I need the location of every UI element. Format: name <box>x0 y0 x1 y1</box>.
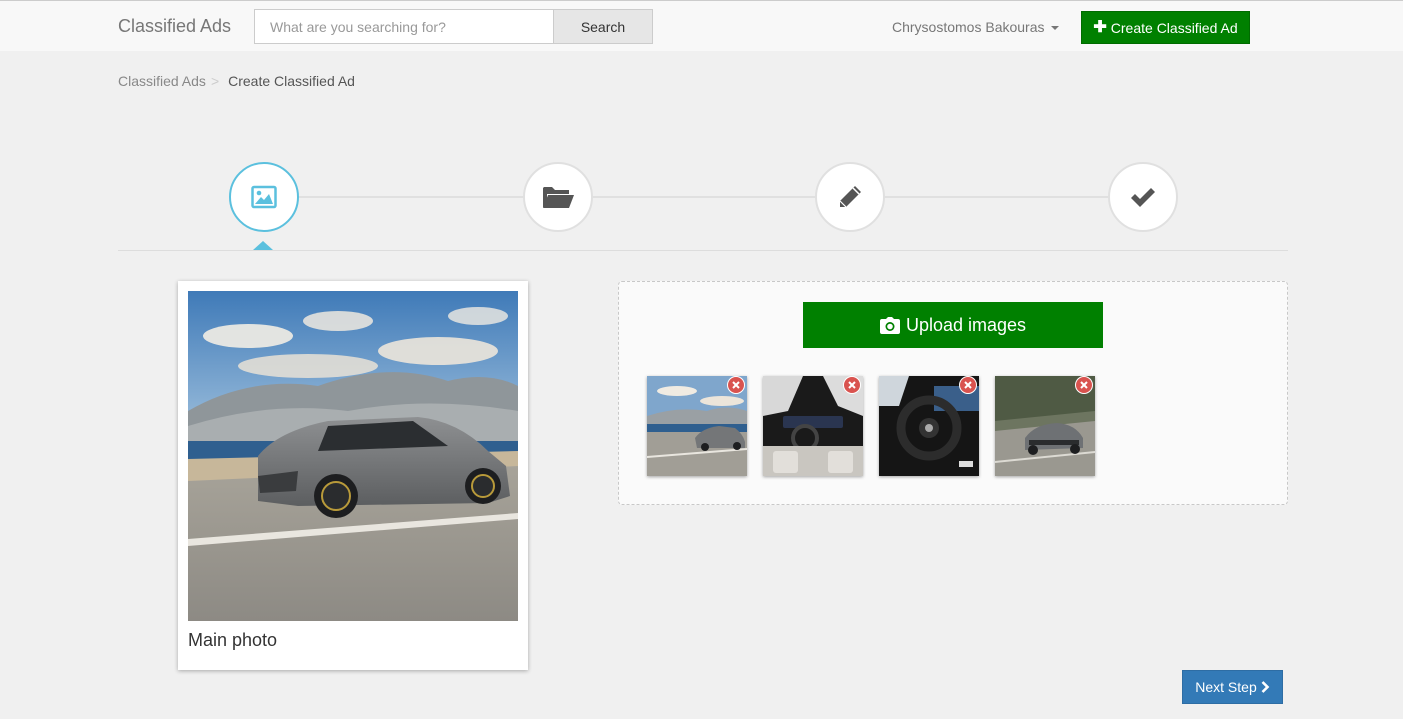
upload-button-label: Upload images <box>905 314 1027 335</box>
plus-icon: ✚ <box>1093 18 1107 36</box>
next-step-button[interactable]: Next Step <box>1182 670 1283 704</box>
remove-image-button[interactable] <box>843 376 861 394</box>
image-icon <box>251 185 277 209</box>
step-category[interactable] <box>523 162 593 232</box>
close-icon <box>1080 381 1088 389</box>
camera-icon <box>879 316 900 334</box>
breadcrumb-separator: > <box>210 73 220 89</box>
checkmark-icon <box>1131 188 1155 207</box>
steps-connector-line <box>263 196 1143 198</box>
upload-images-button[interactable]: Upload images <box>803 302 1103 348</box>
breadcrumb-current: Create Classified Ad <box>228 73 355 89</box>
search-button[interactable]: Search <box>553 9 653 44</box>
search-input[interactable] <box>254 9 554 44</box>
main-photo-card: Main photo <box>178 281 528 670</box>
create-button-label: Create Classified Ad <box>1110 19 1238 36</box>
remove-image-button[interactable] <box>727 376 745 394</box>
close-icon <box>848 381 856 389</box>
step-details[interactable] <box>815 162 885 232</box>
next-step-label: Next Step <box>1195 679 1257 695</box>
create-classified-ad-button[interactable]: ✚ Create Classified Ad <box>1081 11 1250 44</box>
pencil-icon <box>839 186 861 208</box>
steps-divider <box>118 250 1288 251</box>
main-photo-label: Main photo <box>188 630 278 650</box>
breadcrumb: Classified Ads > Create Classified Ad <box>118 73 355 89</box>
step-photos[interactable] <box>229 162 299 232</box>
main-photo-image <box>188 291 518 621</box>
brand-link[interactable]: Classified Ads <box>118 16 231 37</box>
close-icon <box>964 381 972 389</box>
chevron-right-icon <box>1261 681 1270 693</box>
remove-image-button[interactable] <box>959 376 977 394</box>
breadcrumb-link-home[interactable]: Classified Ads <box>118 73 206 89</box>
step-confirm[interactable] <box>1108 162 1178 232</box>
close-icon <box>732 381 740 389</box>
remove-image-button[interactable] <box>1075 376 1093 394</box>
user-name: Chrysostomos Bakouras <box>892 19 1045 35</box>
upload-panel: Upload images <box>618 281 1288 505</box>
user-menu-dropdown[interactable]: Chrysostomos Bakouras <box>892 19 1059 35</box>
caret-down-icon <box>1050 26 1059 30</box>
active-step-pointer <box>253 241 273 250</box>
folder-open-icon <box>543 187 574 208</box>
navbar: Classified Ads Search Chrysostomos Bakou… <box>0 0 1403 51</box>
